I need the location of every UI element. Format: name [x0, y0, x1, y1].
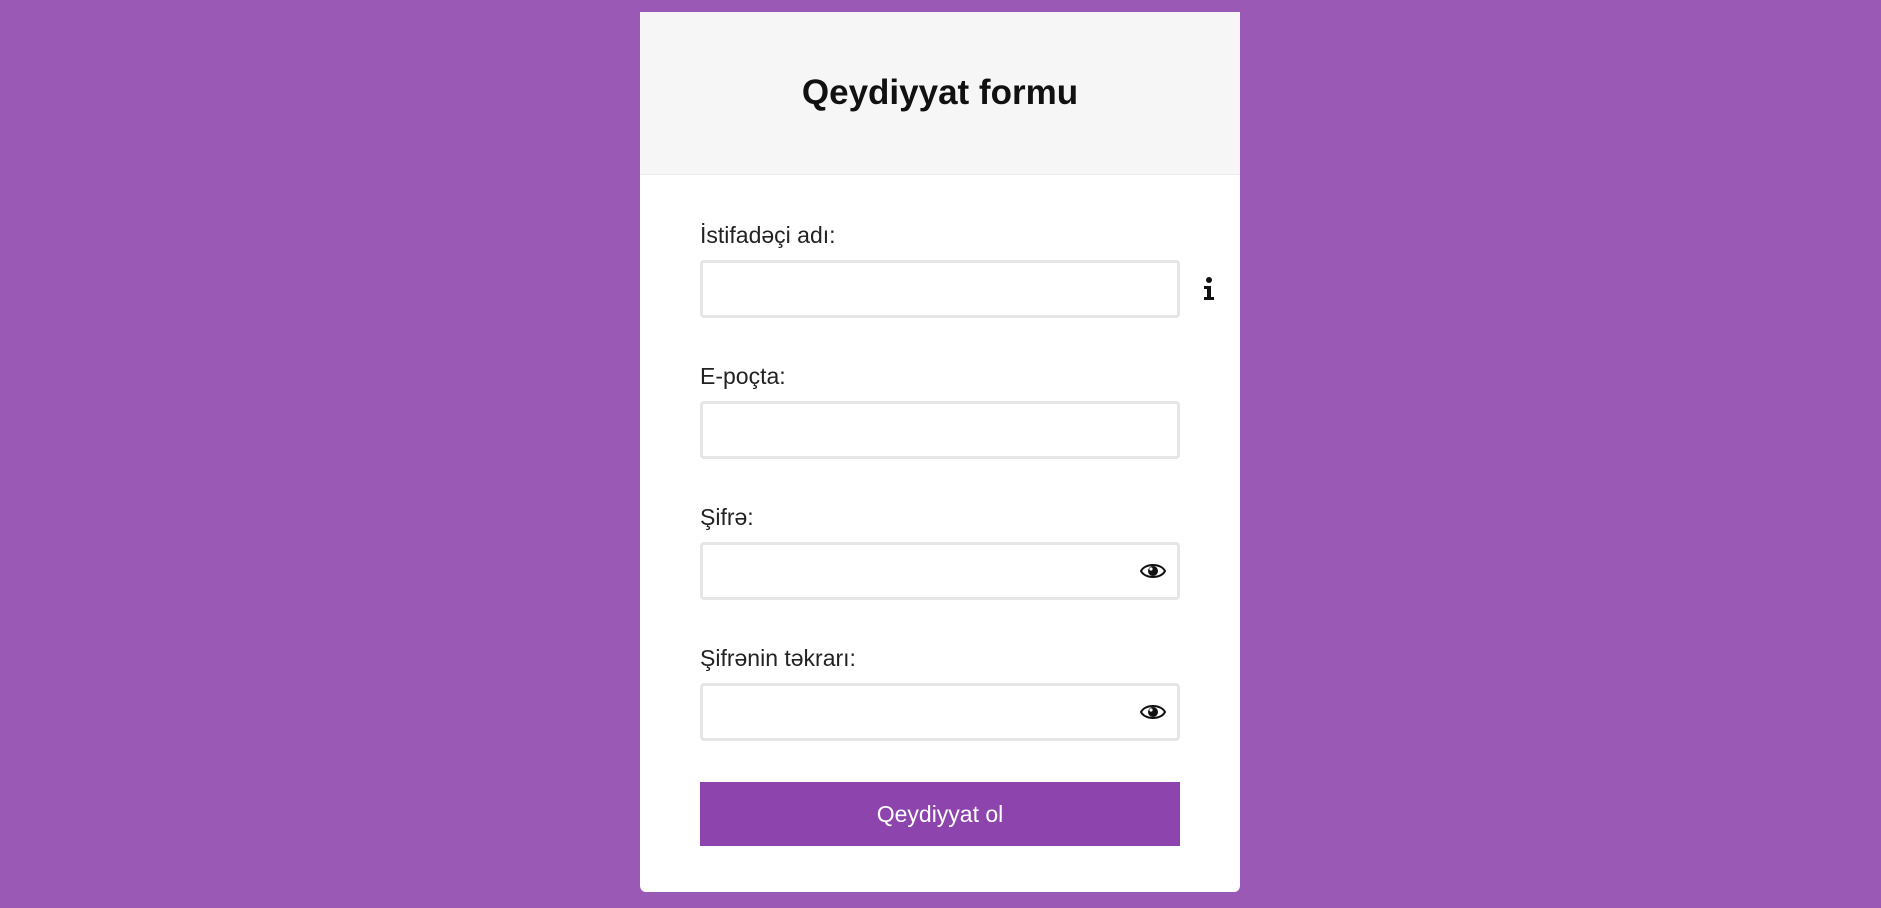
email-label: E-poçta:: [700, 363, 786, 389]
password-input-wrap: [700, 542, 1180, 600]
confirm-password-input-wrap: [700, 683, 1180, 741]
eye-icon[interactable]: [1140, 559, 1166, 583]
username-label: İstifadəçi adı:: [700, 222, 836, 248]
username-input-wrap: [700, 260, 1214, 318]
username-input[interactable]: [700, 260, 1180, 318]
password-label: Şifrə:: [700, 504, 754, 530]
confirm-password-field-group: Şifrənin təkrarı:: [700, 643, 1180, 741]
email-input[interactable]: [700, 401, 1180, 459]
register-button[interactable]: Qeydiyyat ol: [700, 782, 1180, 846]
email-input-wrap: [700, 401, 1180, 459]
card-header: Qeydiyyat formu: [640, 12, 1240, 175]
confirm-password-label: Şifrənin təkrarı:: [700, 645, 856, 671]
form-title: Qeydiyyat formu: [801, 73, 1079, 112]
eye-icon[interactable]: [1140, 700, 1166, 724]
email-field-group: E-poçta:: [700, 361, 1180, 459]
username-field-group: İstifadəçi adı:: [700, 220, 1214, 318]
confirm-password-input[interactable]: [700, 683, 1180, 741]
registration-card: Qeydiyyat formu İstifadəçi adı: E-poçta:…: [640, 12, 1240, 892]
info-icon[interactable]: [1202, 276, 1216, 302]
password-field-group: Şifrə:: [700, 502, 1180, 600]
password-input[interactable]: [700, 542, 1180, 600]
